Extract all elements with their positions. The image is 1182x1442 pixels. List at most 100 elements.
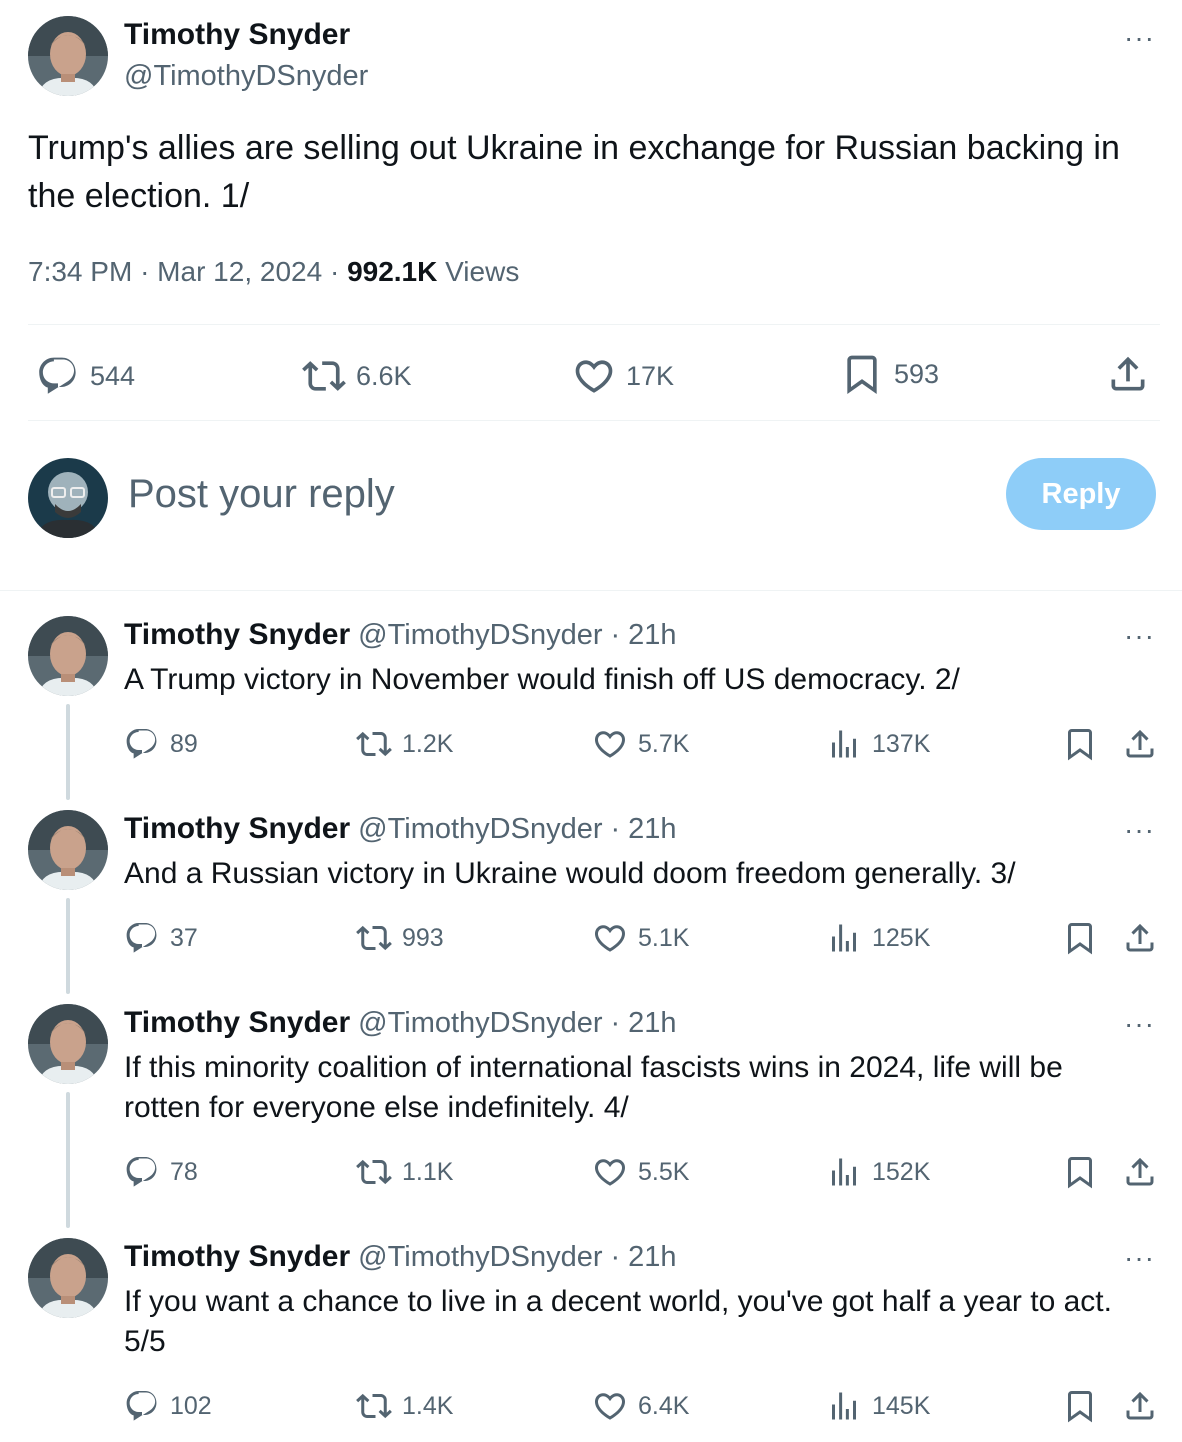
- reply-button[interactable]: 37: [124, 920, 198, 956]
- thread-time[interactable]: 21h: [628, 1007, 676, 1040]
- views-button[interactable]: 137K: [826, 726, 930, 762]
- views-button[interactable]: 125K: [826, 920, 930, 956]
- share-icon: [1106, 352, 1150, 396]
- thread-author-name[interactable]: Timothy Snyder: [124, 618, 350, 652]
- author-name[interactable]: Timothy Snyder: [124, 18, 350, 52]
- bookmark-icon: [1062, 1154, 1098, 1190]
- repost-button[interactable]: 1.2K: [356, 726, 453, 762]
- repost-icon: [356, 1154, 392, 1190]
- reply-icon: [124, 920, 160, 956]
- heart-icon: [572, 354, 616, 398]
- reply-button[interactable]: 89: [124, 726, 198, 762]
- author-avatar[interactable]: [28, 16, 108, 96]
- views-icon: [826, 1388, 862, 1424]
- repost-button[interactable]: 1.4K: [356, 1388, 453, 1424]
- thread-author-name[interactable]: Timothy Snyder: [124, 812, 350, 846]
- share-button[interactable]: [1122, 726, 1158, 762]
- thread-author-handle[interactable]: @TimothyDSnyder: [358, 1241, 602, 1274]
- thread-time[interactable]: 21h: [628, 619, 676, 652]
- post-date[interactable]: Mar 12, 2024: [157, 256, 322, 287]
- thread-avatar[interactable]: [28, 616, 108, 696]
- bookmark-button[interactable]: [1062, 1154, 1098, 1190]
- share-button[interactable]: [1122, 1154, 1158, 1190]
- repost-icon: [302, 354, 346, 398]
- thread-header: Timothy Snyder @TimothyDSnyder · 21h: [124, 812, 677, 846]
- post-time[interactable]: 7:34 PM: [28, 256, 132, 287]
- divider: [28, 324, 1160, 325]
- heart-icon: [592, 1154, 628, 1190]
- reply-button[interactable]: 102: [124, 1388, 212, 1424]
- thread-header: Timothy Snyder @TimothyDSnyder · 21h: [124, 1240, 677, 1274]
- reply-input[interactable]: Post your reply: [128, 472, 395, 517]
- share-button[interactable]: [1106, 352, 1150, 396]
- thread-avatar[interactable]: [28, 1004, 108, 1084]
- reply-button[interactable]: 78: [124, 1154, 198, 1190]
- thread-author-handle[interactable]: @TimothyDSnyder: [358, 813, 602, 846]
- thread-time[interactable]: 21h: [628, 813, 676, 846]
- thread-avatar[interactable]: [28, 810, 108, 890]
- repost-button[interactable]: 6.6K: [302, 354, 412, 398]
- bookmark-icon: [1062, 1388, 1098, 1424]
- thread-author-handle[interactable]: @TimothyDSnyder: [358, 1007, 602, 1040]
- views-label: Views: [445, 256, 520, 287]
- reply-submit-button[interactable]: Reply: [1006, 458, 1156, 530]
- thread-author-name[interactable]: Timothy Snyder: [124, 1240, 350, 1274]
- more-options-icon[interactable]: ···: [1124, 622, 1155, 650]
- thread-post-text: A Trump victory in November would finish…: [124, 663, 960, 696]
- bookmark-icon: [1062, 726, 1098, 762]
- divider: [28, 420, 1160, 421]
- repost-icon: [356, 1388, 392, 1424]
- repost-count: 1.1K: [402, 1157, 454, 1186]
- more-options-icon[interactable]: ···: [1124, 24, 1155, 52]
- reply-count: 89: [170, 729, 198, 758]
- more-options-icon[interactable]: ···: [1124, 1010, 1155, 1038]
- views-count: 992.1K: [347, 256, 438, 287]
- user-avatar[interactable]: [28, 458, 108, 538]
- views-icon: [826, 920, 862, 956]
- views-count: 145K: [872, 1391, 931, 1420]
- views-button[interactable]: 152K: [826, 1154, 930, 1190]
- repost-button[interactable]: 993: [356, 920, 444, 956]
- like-button[interactable]: 5.1K: [592, 920, 689, 956]
- thread-avatar[interactable]: [28, 1238, 108, 1318]
- views-count: 125K: [872, 923, 931, 952]
- like-button[interactable]: 17K: [572, 354, 674, 398]
- thread-connector: [66, 898, 70, 994]
- repost-count: 993: [402, 923, 444, 952]
- reply-button[interactable]: 544: [36, 354, 135, 398]
- reply-count: 102: [170, 1391, 212, 1420]
- bookmark-button[interactable]: 593: [840, 352, 939, 396]
- bookmark-button[interactable]: [1062, 1388, 1098, 1424]
- heart-icon: [592, 726, 628, 762]
- thread-post-text: If you want a chance to live in a decent…: [124, 1285, 1112, 1358]
- thread-author-name[interactable]: Timothy Snyder: [124, 1006, 350, 1040]
- bookmark-button[interactable]: [1062, 920, 1098, 956]
- share-button[interactable]: [1122, 920, 1158, 956]
- reply-count: 544: [90, 360, 136, 391]
- views-button[interactable]: 145K: [826, 1388, 930, 1424]
- bookmark-button[interactable]: [1062, 726, 1098, 762]
- share-button[interactable]: [1122, 1388, 1158, 1424]
- like-count: 6.4K: [638, 1391, 690, 1420]
- like-button[interactable]: 5.7K: [592, 726, 689, 762]
- more-options-icon[interactable]: ···: [1124, 816, 1155, 844]
- repost-button[interactable]: 1.1K: [356, 1154, 453, 1190]
- thread-author-handle[interactable]: @TimothyDSnyder: [358, 619, 602, 652]
- author-handle[interactable]: @TimothyDSnyder: [124, 60, 368, 93]
- thread-header: Timothy Snyder @TimothyDSnyder · 21h: [124, 1006, 677, 1040]
- repost-icon: [356, 726, 392, 762]
- like-button[interactable]: 5.5K: [592, 1154, 689, 1190]
- views-count: 152K: [872, 1157, 931, 1186]
- views-icon: [826, 1154, 862, 1190]
- thread-time[interactable]: 21h: [628, 1241, 676, 1274]
- like-button[interactable]: 6.4K: [592, 1388, 689, 1424]
- repost-count: 1.4K: [402, 1391, 454, 1420]
- thread-connector: [66, 1092, 70, 1228]
- bookmark-icon: [1062, 920, 1098, 956]
- more-options-icon[interactable]: ···: [1124, 1244, 1155, 1272]
- repost-icon: [356, 920, 392, 956]
- like-count: 17K: [626, 360, 675, 391]
- reply-icon: [124, 1388, 160, 1424]
- share-icon: [1122, 920, 1158, 956]
- bookmark-count: 593: [894, 358, 940, 389]
